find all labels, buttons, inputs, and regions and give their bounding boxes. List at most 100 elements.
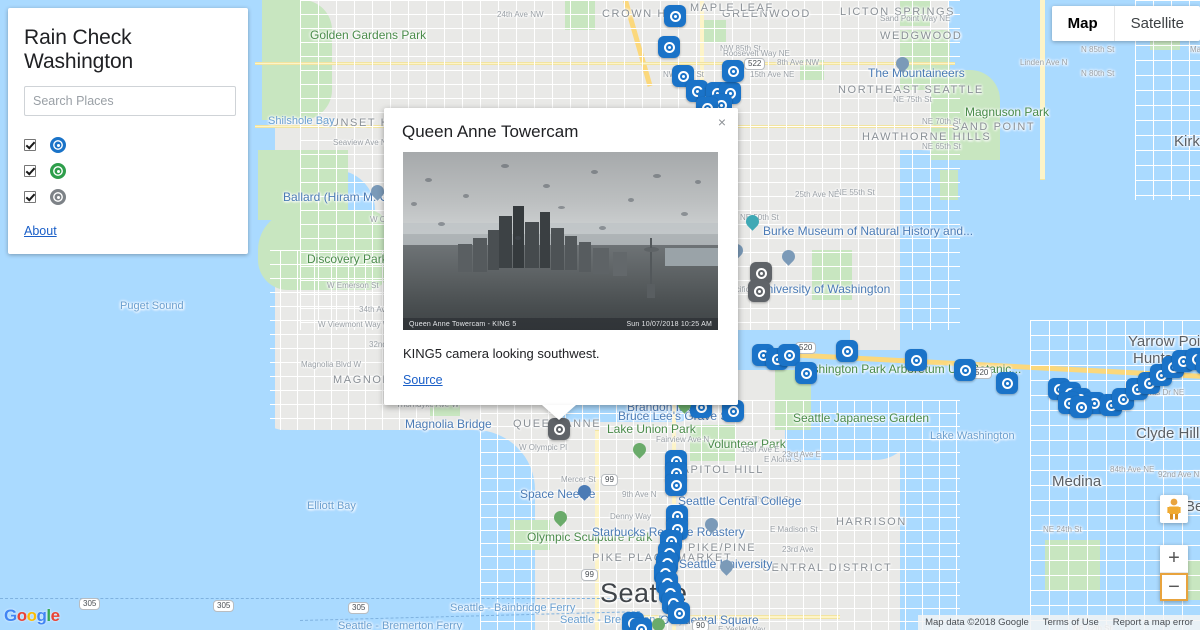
photo-building — [579, 242, 591, 272]
street-line — [314, 250, 315, 430]
street-line — [1135, 150, 1200, 151]
street-line — [497, 400, 498, 630]
photo-building — [473, 238, 487, 272]
layer-checkbox[interactable] — [24, 139, 36, 151]
layer-list — [8, 132, 248, 210]
layer-row-0[interactable] — [8, 132, 248, 158]
camera-ring-icon — [669, 10, 681, 22]
street-line — [300, 56, 960, 57]
layer-row-1[interactable] — [8, 158, 248, 184]
layer-checkbox[interactable] — [24, 165, 36, 177]
street-line — [365, 250, 366, 430]
map-label-street: N 85th St — [1081, 45, 1115, 54]
map-label-place: Kirkland — [1174, 133, 1200, 150]
photo-space-needle-mast — [650, 252, 652, 286]
map-label-street: 9th Ave N — [622, 490, 657, 499]
map-label-street: 25th Ave NE — [795, 190, 840, 199]
map-marker-blue-25[interactable] — [1196, 352, 1200, 374]
photo-building — [488, 230, 499, 270]
photo-rain-spot — [628, 198, 634, 202]
map-marker-gray-2[interactable] — [548, 418, 570, 440]
map-marker-blue-10[interactable] — [905, 349, 927, 371]
map-label-street: 15th Ave NE — [750, 70, 795, 79]
map-label-park: Lake Union Park — [607, 422, 696, 436]
highway-shield: 522 — [744, 58, 766, 70]
layer-checkbox[interactable] — [24, 191, 36, 203]
map-label-street: N 80th St — [1081, 69, 1115, 78]
zoom-out-button[interactable]: − — [1160, 573, 1188, 601]
map-marker-blue-49[interactable] — [1070, 396, 1092, 418]
photo-building — [565, 236, 577, 270]
camera-ring-icon — [783, 349, 795, 361]
zoom-in-button[interactable]: + — [1160, 545, 1188, 573]
poi-pin-occidental[interactable] — [652, 618, 665, 630]
map-marker-blue-8[interactable] — [722, 60, 744, 82]
photo-water — [665, 248, 718, 266]
poi-pin-space-needle[interactable] — [578, 485, 591, 503]
logo-e: e — [50, 606, 60, 625]
camera-ring-icon — [677, 70, 689, 82]
photo-caption-left: Queen Anne Towercam - KING 5 — [409, 320, 517, 328]
zoom-control: + − — [1160, 545, 1188, 601]
close-icon[interactable]: × — [714, 114, 730, 130]
street-line — [912, 0, 913, 330]
map-label-street: Mercer St — [561, 475, 596, 484]
map-marker-blue-42[interactable] — [668, 602, 690, 624]
street-line — [1049, 320, 1050, 630]
map-marker-blue-0[interactable] — [664, 5, 686, 27]
street-line — [752, 400, 753, 630]
street-line — [769, 400, 770, 630]
poi-pin-mountaineers[interactable] — [896, 57, 909, 75]
street-view-pegman[interactable] — [1160, 495, 1188, 523]
street-line — [1135, 195, 1200, 196]
street-line — [1135, 90, 1200, 91]
map-label-street: 92nd Ave NE — [1158, 470, 1200, 479]
tab-map[interactable]: Map — [1052, 6, 1115, 41]
poi-pin-sculpture-park[interactable] — [554, 511, 567, 529]
map-marker-blue-12[interactable] — [996, 372, 1018, 394]
poi-pin-burke-museum[interactable] — [746, 215, 759, 233]
map-marker-blue-11[interactable] — [954, 359, 976, 381]
map-label-place: The Mountaineers — [868, 66, 965, 80]
map-marker-blue-47[interactable] — [836, 340, 858, 362]
map-marker-gray-1[interactable] — [748, 280, 770, 302]
map-marker-blue-29[interactable] — [795, 362, 817, 384]
photo-rain-spot — [681, 212, 688, 216]
poi-pin-seattle-u[interactable] — [720, 560, 733, 578]
street-line — [1135, 105, 1200, 106]
street-line — [1030, 320, 1031, 630]
terms-of-use-link[interactable]: Terms of Use — [1036, 615, 1106, 630]
map-marker-blue-32[interactable] — [665, 474, 687, 496]
highway-shield: 90 — [692, 620, 709, 630]
tab-satellite[interactable]: Satellite — [1115, 6, 1200, 41]
street-line — [318, 0, 319, 330]
street-line — [922, 400, 923, 630]
info-window: × Queen Anne Towercam Queen Anne Towerca… — [384, 108, 738, 405]
camera-ring-icon — [753, 285, 765, 297]
street-line — [1106, 320, 1107, 630]
poi-pin-volunteer-park[interactable] — [633, 443, 646, 461]
map-marker-blue-1[interactable] — [658, 36, 680, 58]
street-line — [822, 0, 823, 330]
street-line — [514, 400, 515, 630]
about-link[interactable]: About — [24, 224, 57, 238]
street-line — [888, 400, 889, 630]
poi-pin-capitol-hill[interactable] — [705, 518, 718, 536]
photo-rain-spot — [599, 226, 606, 230]
logo-o2: o — [26, 606, 37, 625]
source-link[interactable]: Source — [403, 373, 443, 387]
poi-pin-locks[interactable] — [371, 185, 384, 203]
layer-row-2[interactable] — [8, 184, 248, 210]
road-aurora — [1040, 0, 1045, 180]
search-input[interactable] — [24, 86, 236, 116]
map-label-street: 24th Ave NW — [497, 10, 544, 19]
map-label-street: W Viewmont Way W — [318, 320, 391, 329]
poi-pin-uw-2[interactable] — [782, 250, 795, 268]
report-map-error-link[interactable]: Report a map error — [1106, 615, 1200, 630]
map-label-water: Lake Washington — [930, 430, 1015, 442]
camera-ring-icon — [841, 345, 853, 357]
camera-ring-icon — [1075, 401, 1087, 413]
attribution-bar: Map data ©2018 Google Terms of Use Repor… — [918, 615, 1200, 630]
map-marker-blue-44[interactable] — [630, 618, 652, 630]
camera-ring-icon — [553, 423, 565, 435]
